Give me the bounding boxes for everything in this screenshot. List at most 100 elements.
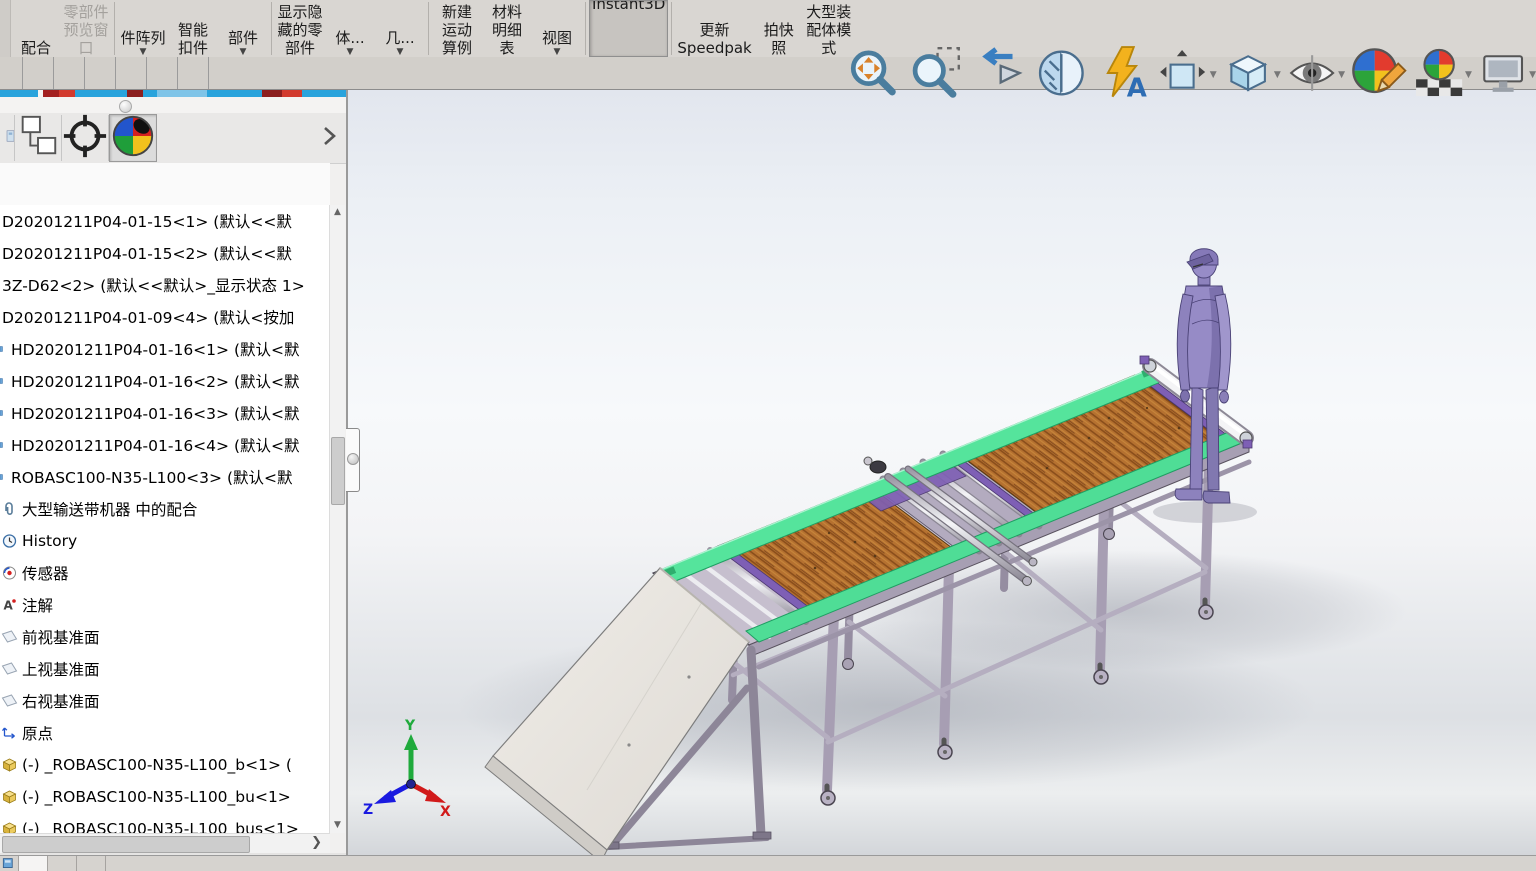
tree-item[interactable]: 传感器 bbox=[0, 557, 330, 589]
panel-tabs-expand-chevron-icon[interactable] bbox=[320, 125, 338, 151]
part-clipped-icon bbox=[0, 373, 8, 389]
chevron-down-icon: ▼ bbox=[139, 47, 147, 57]
headsup-view-toolbar: ▼ ▼ ▼ ▼ ▼ ▼ ▼ ▼ ▼ ▼ bbox=[845, 60, 1536, 90]
tree-item[interactable]: 大型输送带机器 中的配合 bbox=[0, 493, 330, 525]
tree-item[interactable]: D20201211P04-01-09<4> (默认<按加 bbox=[0, 301, 330, 333]
headsup-button[interactable]: ▼ bbox=[1478, 0, 1536, 152]
command-button[interactable]: 材料明细表 ▼ bbox=[482, 0, 532, 57]
command-button[interactable]: 部件 ▼ bbox=[218, 0, 268, 57]
part-icon bbox=[0, 757, 19, 773]
part-clipped-icon bbox=[0, 405, 8, 421]
chevron-down-icon[interactable]: ▼ bbox=[1274, 70, 1281, 80]
command-button[interactable]: 配合 ▼ bbox=[11, 0, 61, 57]
tree-item[interactable]: 前视基准面 bbox=[0, 621, 330, 653]
command-button[interactable]: 显示隐藏的零部件 ▼ bbox=[275, 0, 325, 57]
splitter-dot[interactable] bbox=[347, 453, 359, 465]
headsup-button[interactable]: ▼ bbox=[845, 0, 902, 152]
tree-item[interactable]: 上视基准面 bbox=[0, 653, 330, 685]
command-button[interactable]: 几... ▼ bbox=[375, 0, 425, 57]
headsup-button[interactable]: ▼ bbox=[1351, 0, 1408, 152]
hscroll-thumb[interactable] bbox=[2, 836, 250, 853]
separator bbox=[671, 2, 673, 55]
command-button[interactable]: 智能扣件 ▼ bbox=[168, 0, 218, 57]
tree-item[interactable]: 注解 bbox=[0, 589, 330, 621]
zoom-area-icon bbox=[908, 0, 965, 152]
panel-tab[interactable] bbox=[0, 115, 15, 161]
headsup-button[interactable]: ▼ bbox=[908, 0, 965, 152]
panel-header-blank bbox=[0, 163, 330, 206]
tree-item[interactable]: (-) _ROBASC100-N35-L100_bu<1> bbox=[0, 781, 330, 813]
tree-item[interactable]: (-) _ROBASC100-N35-L100_bus<1> bbox=[0, 813, 330, 833]
feature-manager-panel: D20201211P04-01-15<1> (默认<<默 D20201211P0… bbox=[0, 90, 347, 855]
panel-tab[interactable] bbox=[109, 114, 157, 162]
tree-item[interactable]: HD20201211P04-01-16<3> (默认<默 bbox=[0, 397, 330, 429]
headsup-button[interactable]: ▼ bbox=[1414, 0, 1472, 152]
history-icon bbox=[0, 533, 19, 549]
chevron-down-icon[interactable]: ▼ bbox=[1210, 70, 1217, 80]
annotations-icon bbox=[0, 597, 19, 613]
headsup-button[interactable]: ▼ bbox=[1158, 0, 1217, 152]
display-style-icon bbox=[1223, 0, 1273, 152]
panel-splitter-grip[interactable] bbox=[346, 428, 360, 492]
part-icon bbox=[0, 789, 19, 805]
coordinate-triad: Y Z X bbox=[363, 718, 451, 820]
command-button[interactable]: 件阵列 ▼ bbox=[118, 0, 168, 57]
headsup-button[interactable]: ▼ bbox=[1287, 0, 1345, 152]
study-tab[interactable] bbox=[48, 856, 77, 871]
triad-x-label: X bbox=[440, 804, 451, 820]
viewport-3d-scene[interactable]: Y Z X bbox=[347, 90, 1536, 855]
tree-item[interactable]: HD20201211P04-01-16<2> (默认<默 bbox=[0, 365, 330, 397]
ribbon-tab[interactable] bbox=[178, 57, 209, 89]
chevron-down-icon[interactable]: ▼ bbox=[1465, 70, 1472, 80]
separator bbox=[271, 2, 272, 55]
panel-tab[interactable] bbox=[15, 115, 62, 161]
tree-item[interactable]: ROBASC100-N35-L100<3> (默认<默 bbox=[0, 461, 330, 493]
strip-segment bbox=[262, 90, 282, 97]
headsup-button[interactable]: ▼ bbox=[970, 0, 1027, 152]
vscroll-thumb[interactable] bbox=[331, 437, 345, 505]
graphics-viewport[interactable]: Y Z X bbox=[347, 90, 1536, 855]
sensors-icon bbox=[0, 565, 19, 581]
model-tab-icon bbox=[2, 858, 13, 868]
mates-icon bbox=[0, 501, 19, 517]
scroll-right-icon[interactable]: ❯ bbox=[311, 835, 322, 850]
command-button[interactable]: 零部件预览窗口 ▼ bbox=[61, 0, 111, 57]
tree-item[interactable]: 3Z-D62<2> (默认<<默认>_显示状态 1> bbox=[0, 269, 330, 301]
command-button[interactable]: 更新Speedpak ▼ bbox=[675, 0, 753, 57]
tree-item[interactable]: D20201211P04-01-15<2> (默认<<默 bbox=[0, 237, 330, 269]
headsup-button[interactable]: ▼ bbox=[1033, 0, 1090, 152]
study-tab[interactable] bbox=[18, 856, 48, 871]
tree-item[interactable]: 右视基准面 bbox=[0, 685, 330, 717]
part-clipped-icon bbox=[0, 437, 8, 453]
clipped-ribbon-button[interactable] bbox=[0, 0, 11, 57]
tree-item[interactable]: HD20201211P04-01-16<1> (默认<默 bbox=[0, 333, 330, 365]
tree-vertical-scrollbar[interactable]: ▲ ▼ bbox=[329, 205, 345, 833]
command-button[interactable]: 体... ▼ bbox=[325, 0, 375, 57]
tree-item[interactable]: D20201211P04-01-15<1> (默认<<默 bbox=[0, 205, 330, 237]
hide-show-items-icon bbox=[1287, 0, 1337, 152]
tree-item[interactable]: 原点 bbox=[0, 717, 330, 749]
scroll-up-icon[interactable]: ▲ bbox=[330, 205, 345, 220]
part-clipped-icon bbox=[0, 469, 8, 485]
panel-tab[interactable] bbox=[62, 115, 109, 161]
headsup-button[interactable]: ▼ bbox=[1223, 0, 1281, 152]
strip-segment bbox=[207, 90, 262, 97]
study-tab[interactable] bbox=[77, 856, 106, 871]
tree-horizontal-scrollbar[interactable]: ❯ bbox=[0, 833, 330, 854]
edit-appearance-icon bbox=[1351, 0, 1408, 152]
tree-item[interactable]: History bbox=[0, 525, 330, 557]
chevron-down-icon[interactable]: ▼ bbox=[1529, 70, 1536, 80]
clipped-tab-icon bbox=[0, 115, 14, 161]
command-button[interactable]: Instant3D ▼ bbox=[589, 0, 669, 57]
part-clipped-icon bbox=[0, 341, 8, 357]
headsup-button[interactable]: ▼ bbox=[1096, 0, 1153, 152]
chevron-down-icon[interactable]: ▼ bbox=[1338, 70, 1345, 80]
tree-item[interactable]: (-) _ROBASC100-N35-L100_b<1> ( bbox=[0, 749, 330, 781]
tree-item[interactable]: HD20201211P04-01-16<4> (默认<默 bbox=[0, 429, 330, 461]
chevron-down-icon: ▼ bbox=[239, 47, 247, 57]
scroll-down-icon[interactable]: ▼ bbox=[330, 818, 345, 833]
command-button[interactable]: 新建运动算例 ▼ bbox=[432, 0, 482, 57]
command-button[interactable]: 拍快照 ▼ bbox=[754, 0, 804, 57]
command-button[interactable]: 视图 ▼ bbox=[532, 0, 582, 57]
view-orientation-icon bbox=[1158, 0, 1208, 152]
